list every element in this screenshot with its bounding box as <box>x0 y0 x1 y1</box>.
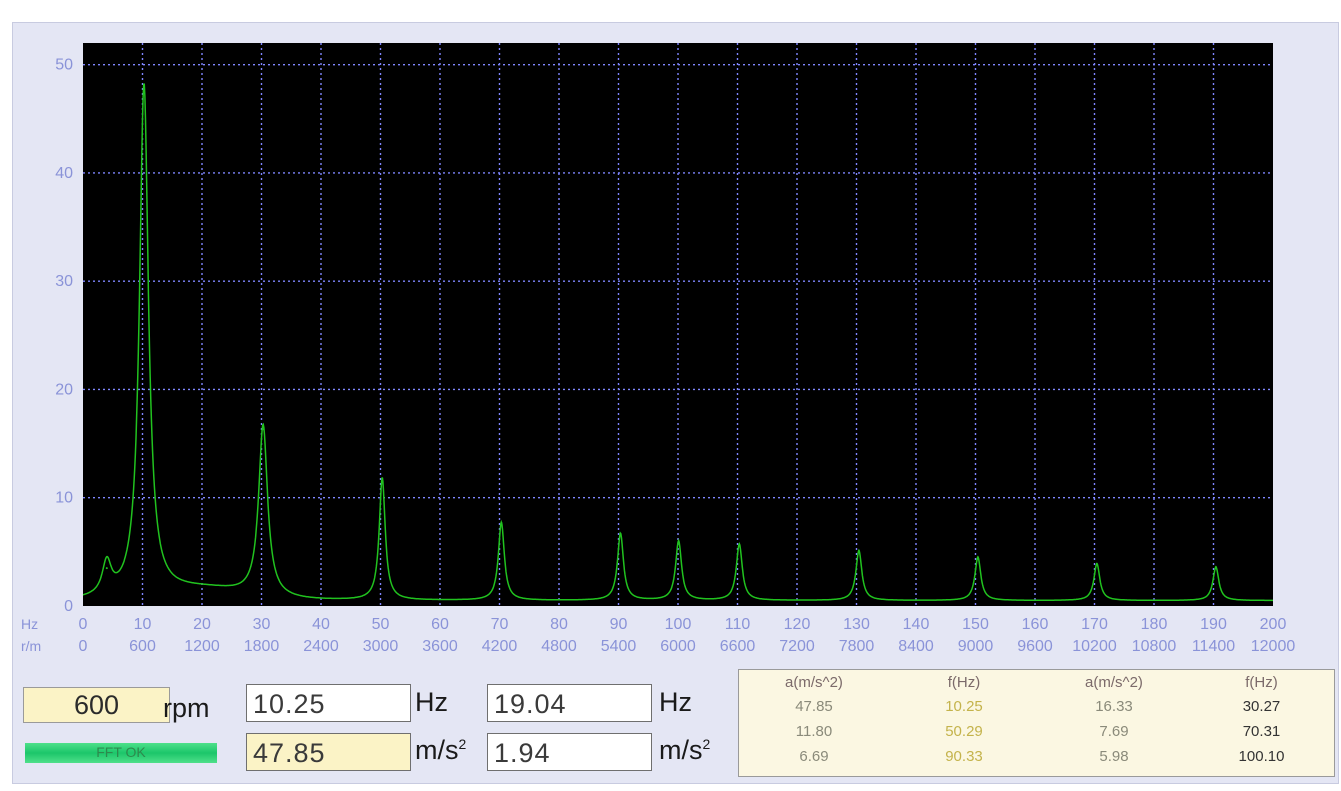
peak-table-cell: 11.80 <box>795 723 833 740</box>
rpm-unit-label: rpm <box>163 693 210 723</box>
peak-table-cell: 7.69 <box>1099 723 1129 740</box>
peak-table-header-f2: f(Hz) <box>1245 674 1278 691</box>
spectrum-peak-point <box>262 428 265 431</box>
spectrum-peak-point <box>142 86 145 89</box>
spectrum-peak-point <box>500 521 503 524</box>
x-tick-label-hz: 80 <box>550 616 568 633</box>
x-tick-label-rpm: 1200 <box>184 638 220 655</box>
x-tick-label-rpm: 10200 <box>1072 638 1117 655</box>
peak-table-cell: 10.25 <box>945 698 983 715</box>
x-tick-label-hz: 180 <box>1141 616 1168 633</box>
spectrum-peak-point <box>619 532 622 535</box>
peak-table-cell: 6.69 <box>799 748 829 765</box>
x-tick-label-hz: 130 <box>843 616 870 633</box>
x-tick-labels: 0 0 10 600 20 1200 30 1800 40 2400 50 3000 60 3600 70 4… <box>79 616 1296 655</box>
x-tick-label-rpm: 600 <box>129 638 156 655</box>
x-tick-label-rpm: 9600 <box>1017 638 1053 655</box>
x-tick-label-rpm: 12000 <box>1251 638 1296 655</box>
x-tick-label-rpm: 8400 <box>898 638 934 655</box>
x-tick-label-hz: 40 <box>312 616 330 633</box>
peak-table-header-f1: f(Hz) <box>947 674 981 691</box>
rpm-value-field[interactable]: 600 <box>23 687 170 723</box>
fft-status-text: FFT OK <box>96 744 146 760</box>
x-tick-label-rpm: 10800 <box>1132 638 1177 655</box>
x-tick-label-hz: 120 <box>784 616 811 633</box>
spectrum-peak-point <box>1214 566 1217 569</box>
spectrum-peak-point <box>976 556 979 559</box>
y-tick-label: 0 <box>64 598 73 615</box>
x-tick-label-rpm: 1800 <box>244 638 280 655</box>
peak-table: a(m/s^2) f(Hz) a(m/s^2) f(Hz) 47.85 10.2… <box>738 669 1335 777</box>
peak-table-header-a2: a(m/s^2) <box>1085 674 1143 691</box>
x-axis-label-rpm: r/m <box>21 638 41 654</box>
freq1-field[interactable]: 10.25 <box>246 684 411 722</box>
peak-table-cell: 16.33 <box>1095 698 1133 715</box>
spectrum-peak-point <box>1095 562 1098 565</box>
x-tick-label-rpm: 3000 <box>363 638 399 655</box>
peak-table-cell: 70.31 <box>1242 723 1281 740</box>
x-tick-label-rpm: 0 <box>79 638 88 655</box>
x-tick-label-rpm: 4800 <box>541 638 577 655</box>
x-tick-label-hz: 160 <box>1022 616 1049 633</box>
x-tick-label-hz: 70 <box>491 616 509 633</box>
x-tick-label-hz: 140 <box>903 616 930 633</box>
peak-table-cell: 5.98 <box>1099 748 1129 765</box>
spectrum-peak-point <box>857 549 860 552</box>
x-tick-label-rpm: 11400 <box>1192 638 1235 655</box>
x-tick-label-rpm: 4200 <box>482 638 518 655</box>
x-tick-label-rpm: 6600 <box>720 638 756 655</box>
x-tick-label-hz: 20 <box>193 616 211 633</box>
x-tick-label-rpm: 7200 <box>779 638 815 655</box>
x-tick-label-hz: 90 <box>610 616 628 633</box>
x-tick-label-rpm: 7800 <box>839 638 875 655</box>
x-tick-label-hz: 110 <box>725 616 751 633</box>
y-tick-label: 20 <box>55 381 73 398</box>
analyzer-panel: 0 10 20 30 40 50 0 0 10 600 20 1200 30 1800 40 2400 50 3… <box>12 22 1339 784</box>
peak-table-cell: 90.33 <box>945 748 983 765</box>
x-tick-label-hz: 30 <box>253 616 271 633</box>
x-tick-label-hz: 60 <box>431 616 449 633</box>
acc2-unit-label: m/s2 <box>659 735 710 766</box>
x-tick-label-rpm: 9000 <box>958 638 994 655</box>
peak-table-cell: 50.29 <box>945 723 983 740</box>
spectrum-peak-point <box>677 540 680 543</box>
y-tick-labels: 0 10 20 30 40 50 <box>55 57 73 615</box>
acc1-unit-text: m/s <box>415 735 459 765</box>
x-tick-label-rpm: 3600 <box>422 638 458 655</box>
freq2-field[interactable]: 19.04 <box>487 684 652 722</box>
y-tick-label: 10 <box>55 490 73 507</box>
x-tick-label-hz: 10 <box>134 616 152 633</box>
peak-table-header-a1: a(m/s^2) <box>785 674 843 691</box>
x-tick-label-hz: 200 <box>1260 616 1287 633</box>
x-tick-label-hz: 150 <box>962 616 989 633</box>
acc2-unit-text: m/s <box>659 735 703 765</box>
acc1-field[interactable]: 47.85 <box>246 733 411 771</box>
x-tick-label-rpm: 2400 <box>303 638 339 655</box>
x-tick-label-hz: 190 <box>1200 616 1227 633</box>
y-tick-label: 50 <box>55 57 73 74</box>
x-tick-label-rpm: 5400 <box>601 638 637 655</box>
y-tick-label: 40 <box>55 165 73 182</box>
peak-table-cell: 100.10 <box>1238 748 1285 765</box>
fft-status-bar: FFT OK <box>25 743 217 763</box>
peak-table-cell: 47.85 <box>795 698 833 715</box>
acc2-field[interactable]: 1.94 <box>487 733 652 771</box>
acc1-unit-exponent: 2 <box>458 736 467 752</box>
x-tick-label-hz: 50 <box>372 616 390 633</box>
spectrum-peak-point <box>381 477 384 480</box>
y-tick-label: 30 <box>55 273 73 290</box>
freq2-unit-label: Hz <box>659 687 692 717</box>
acc1-unit-label: m/s2 <box>415 735 466 766</box>
x-tick-label-hz: 0 <box>79 616 88 633</box>
spectrum-peak-point <box>738 543 741 546</box>
spectrum-chart: 01020304050 0010600201200301800402400503… <box>21 43 1296 655</box>
spectrum-peak-point <box>105 567 108 570</box>
freq1-unit-label: Hz <box>415 687 448 717</box>
peak-table-cell: 30.27 <box>1242 698 1281 715</box>
x-tick-label-hz: 170 <box>1081 616 1108 633</box>
x-tick-label-hz: 100 <box>665 616 692 633</box>
acc2-unit-exponent: 2 <box>702 736 711 752</box>
x-axis-label-hz: Hz <box>21 616 38 632</box>
x-tick-label-rpm: 6000 <box>660 638 696 655</box>
